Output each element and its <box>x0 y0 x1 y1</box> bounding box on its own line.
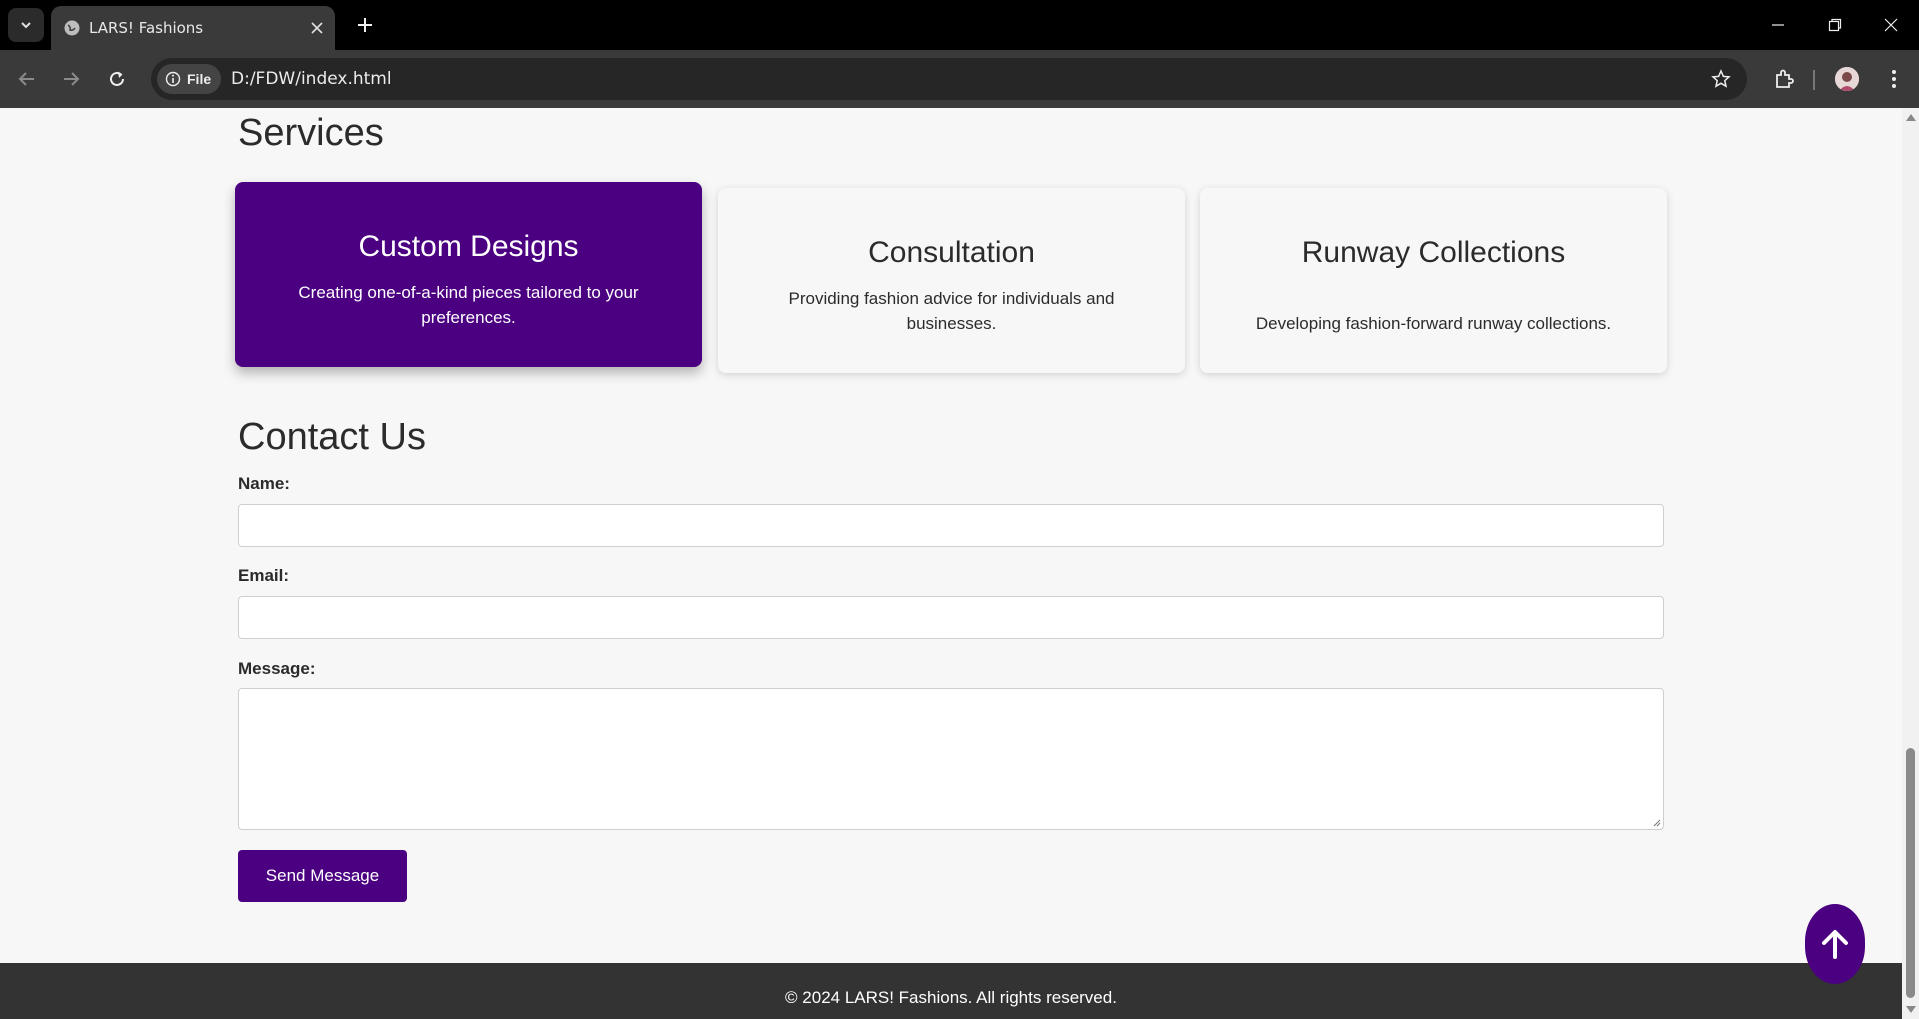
service-card-text: Creating one-of-a-kind pieces tailored t… <box>298 283 639 327</box>
scroll-thumb[interactable] <box>1906 748 1915 998</box>
email-field[interactable] <box>238 596 1664 639</box>
service-card-text: Providing fashion advice for individuals… <box>788 289 1115 333</box>
service-card-consultation[interactable]: Consultation Providing fashion advice fo… <box>718 188 1185 373</box>
email-label: Email: <box>238 566 290 585</box>
restore-icon <box>1828 18 1842 32</box>
page-scrollbar[interactable] <box>1902 108 1919 1019</box>
service-card-title: Consultation <box>868 236 1035 269</box>
profile-picture-icon <box>1835 67 1859 91</box>
back-button[interactable] <box>12 64 42 94</box>
close-window-icon <box>1884 18 1898 32</box>
tab-close-button[interactable] <box>307 18 327 38</box>
reload-icon <box>110 71 124 86</box>
scroll-to-top-button[interactable] <box>1805 904 1865 984</box>
address-bar[interactable]: File D:/FDW/index.html <box>151 58 1747 100</box>
close-window-button[interactable] <box>1871 10 1911 40</box>
resize-handle-icon[interactable] <box>1651 817 1661 827</box>
info-icon <box>165 71 181 87</box>
arrow-up-icon <box>1822 930 1848 959</box>
forward-icon <box>64 72 80 86</box>
message-label: Message: <box>238 659 316 678</box>
bookmark-button[interactable] <box>1709 67 1733 91</box>
send-message-button[interactable]: Send Message <box>238 850 407 902</box>
scroll-up-arrow-icon[interactable] <box>1906 114 1916 121</box>
service-card-title: Custom Designs <box>358 230 579 263</box>
service-card-runway-collections[interactable]: Runway Collections Developing fashion-fo… <box>1200 188 1667 373</box>
page-footer: © 2024 LARS! Fashions. All rights reserv… <box>0 963 1902 1019</box>
reload-button[interactable] <box>102 64 132 94</box>
star-icon <box>1711 69 1731 88</box>
page-viewport: Services Custom Designs Creating one-of-… <box>0 108 1902 1019</box>
plus-icon <box>358 18 372 32</box>
new-tab-button[interactable] <box>353 13 377 37</box>
minimize-button[interactable] <box>1758 10 1798 40</box>
service-card-text: Developing fashion-forward runway collec… <box>1255 314 1612 333</box>
footer-copyright: © 2024 LARS! Fashions. All rights reserv… <box>785 988 1117 1007</box>
name-label: Name: <box>238 474 290 493</box>
browser-toolbar: File D:/FDW/index.html <box>0 50 1919 108</box>
restore-button[interactable] <box>1815 10 1855 40</box>
extensions-button[interactable] <box>1769 64 1799 94</box>
forward-button[interactable] <box>56 64 86 94</box>
services-heading: Services <box>238 112 384 154</box>
service-card-custom-designs[interactable]: Custom Designs Creating one-of-a-kind pi… <box>235 182 702 367</box>
contact-heading: Contact Us <box>238 416 426 458</box>
back-icon <box>18 72 34 86</box>
tab-list-button[interactable] <box>8 8 44 42</box>
avatar[interactable] <box>1835 67 1859 91</box>
chevron-down-icon <box>21 22 31 29</box>
browser-menu-button[interactable] <box>1879 64 1909 94</box>
scroll-down-arrow-icon[interactable] <box>1906 1006 1916 1013</box>
url-text[interactable]: D:/FDW/index.html <box>231 69 392 89</box>
more-icon <box>1892 70 1896 88</box>
browser-tab-bar: LARS! Fashions <box>0 0 1919 50</box>
toolbar-divider <box>1813 70 1815 90</box>
browser-tab[interactable]: LARS! Fashions <box>51 6 335 50</box>
minimize-icon <box>1772 24 1784 26</box>
tab-title: LARS! Fashions <box>89 19 204 37</box>
message-field[interactable] <box>238 688 1664 830</box>
site-info-chip[interactable]: File <box>157 64 221 94</box>
name-field[interactable] <box>238 504 1664 547</box>
service-card-title: Runway Collections <box>1301 236 1566 269</box>
close-icon <box>311 22 323 34</box>
extensions-icon <box>1776 69 1794 88</box>
globe-icon <box>64 20 80 36</box>
site-chip-label: File <box>187 71 212 87</box>
